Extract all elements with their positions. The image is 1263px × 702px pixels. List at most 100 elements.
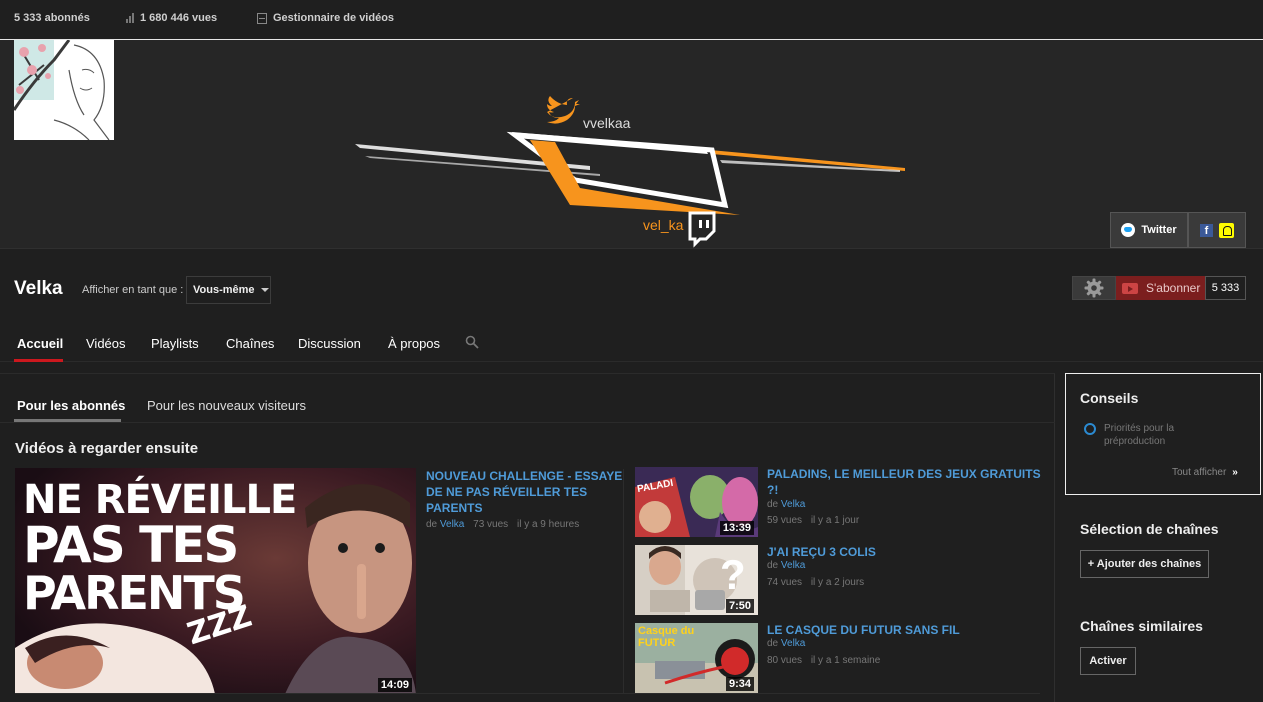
video-channel-line: de Velka	[767, 638, 805, 649]
upload-age: il y a 9 heures	[516, 519, 580, 530]
twitter-link[interactable]: Twitter	[1110, 212, 1188, 248]
view-count: 74 vues	[767, 577, 803, 588]
tab-discussion[interactable]: Discussion	[298, 336, 361, 351]
view-count: 59 vues	[767, 515, 803, 526]
video-thumbnail[interactable]: ? 7:50	[635, 545, 758, 615]
channel-settings-button[interactable]	[1072, 276, 1116, 300]
tip-item[interactable]: Priorités pour la préproduction	[1104, 422, 1234, 448]
video-title[interactable]: PALADINS, LE MEILLEUR DES JEUX GRATUITS …	[767, 466, 1047, 498]
video-title[interactable]: LE CASQUE DU FUTUR SANS FIL	[767, 622, 1047, 638]
video-duration: 13:39	[719, 521, 754, 535]
video-channel-line: de Velka	[767, 560, 805, 571]
chevron-down-icon	[260, 288, 269, 292]
channel-tabs: Accueil Vidéos Playlists Chaînes Discuss…	[0, 326, 1263, 362]
upload-age: il y a 1 jour	[810, 515, 860, 526]
featured-video-title[interactable]: NOUVEAU CHALLENGE - ESSAYE DE NE PAS RÉV…	[426, 468, 624, 516]
subscriber-count-label: 5 333 abonnés	[14, 12, 90, 24]
double-chevron-right-icon: »	[1232, 467, 1238, 478]
video-duration: 7:50	[725, 599, 754, 613]
video-thumbnail[interactable]: PALADI 13:39	[635, 467, 758, 537]
featured-duration: 14:09	[377, 678, 412, 692]
tab-about[interactable]: À propos	[388, 336, 440, 351]
video-manager-label[interactable]: Gestionnaire de vidéos	[273, 12, 394, 24]
main-content: Pour les abonnés Pour les nouveaux visit…	[0, 373, 1055, 702]
avatar-illustration	[14, 40, 114, 140]
similar-channels-title: Chaînes similaires	[1080, 618, 1203, 634]
tab-channels[interactable]: Chaînes	[226, 336, 274, 351]
subtab-divider	[0, 422, 1055, 423]
banner-artwork: vvelkaa vel_ka	[355, 96, 905, 248]
show-all-label[interactable]: Tout afficher	[1172, 467, 1226, 478]
channel-stats-bar: 5 333 abonnés 1 680 446 vues Gestionnair…	[0, 0, 1263, 40]
tips-panel: Conseils Priorités pour la préproduction…	[1065, 373, 1261, 495]
channel-link[interactable]: Velka	[781, 638, 805, 649]
youtube-logo-icon	[1122, 282, 1138, 294]
video-manager-icon	[257, 12, 267, 24]
subscribe-label[interactable]: S'abonner	[1146, 281, 1200, 295]
avatar[interactable]	[14, 40, 114, 140]
featured-video-thumbnail[interactable]: NE RÉVEILLE PAS TES PARENTS ZZZ 14:09	[15, 468, 416, 694]
subtab-subscribers[interactable]: Pour les abonnés	[17, 398, 125, 413]
channel-link[interactable]: Velka	[781, 560, 805, 571]
view-count: 80 vues	[767, 655, 803, 666]
thumb-text: ?	[720, 551, 746, 598]
view-as-value[interactable]: Vous-même	[193, 284, 255, 296]
upload-age: il y a 2 jours	[810, 577, 865, 588]
twitter-link-label[interactable]: Twitter	[1141, 224, 1176, 236]
tab-videos[interactable]: Vidéos	[86, 336, 126, 351]
twitter-icon	[1121, 223, 1136, 237]
view-count: 1 680 446 vues	[126, 12, 217, 24]
featured-video-meta: de Velka 73 vues il y a 9 heures	[426, 519, 579, 530]
channel-link[interactable]: Velka	[440, 519, 464, 530]
section-divider	[15, 693, 1040, 694]
featured-thumbnail-text: NE RÉVEILLE PAS TES PARENTS	[23, 477, 297, 620]
video-manager-link[interactable]: Gestionnaire de vidéos	[257, 12, 394, 24]
channel-link[interactable]: Velka	[781, 499, 805, 510]
video-stats-line: 80 vues il y a 1 semaine	[767, 655, 880, 666]
column-divider	[623, 469, 624, 693]
add-channels-button[interactable]: + Ajouter des chaînes	[1080, 550, 1209, 578]
thumb-text-line-1: NE RÉVEILLE	[23, 477, 297, 523]
view-as-label: Afficher en tant que :	[82, 284, 184, 296]
channel-selection-title: Sélection de chaînes	[1080, 521, 1219, 537]
search-icon[interactable]	[465, 335, 479, 349]
twitch-icon	[688, 211, 716, 248]
view-as-dropdown[interactable]: Vous-même	[186, 276, 271, 304]
tab-home[interactable]: Accueil	[17, 336, 63, 351]
tab-playlists[interactable]: Playlists	[151, 336, 199, 351]
twitter-bird-icon	[547, 96, 580, 124]
video-stats-line: 74 vues il y a 2 jours	[767, 577, 864, 588]
tips-show-all-link[interactable]: Tout afficher »	[1172, 467, 1238, 478]
banner-twitter-handle: vvelkaa	[583, 115, 631, 131]
thumb-text: Casque du FUTUR	[638, 625, 695, 649]
activate-button[interactable]: Activer	[1080, 647, 1136, 675]
active-subtab-indicator	[14, 419, 121, 422]
social-links[interactable]: f	[1188, 212, 1246, 248]
subtab-new-visitors[interactable]: Pour les nouveaux visiteurs	[147, 398, 306, 413]
by-label: de	[767, 499, 779, 510]
tips-title: Conseils	[1080, 390, 1139, 406]
channel-name: Velka	[14, 278, 63, 299]
video-stats-line: 59 vues il y a 1 jour	[767, 515, 859, 526]
banner-twitch-handle: vel_ka	[643, 217, 684, 233]
view-count-label: 1 680 446 vues	[140, 12, 218, 24]
active-tab-indicator	[14, 359, 63, 362]
section-title: Vidéos à regarder ensuite	[15, 440, 199, 457]
facebook-icon[interactable]: f	[1200, 223, 1213, 237]
video-title[interactable]: J'AI REÇU 3 COLIS	[767, 544, 1047, 560]
snapchat-icon[interactable]	[1219, 222, 1234, 238]
subscriber-count-badge: 5 333	[1205, 276, 1246, 300]
video-channel-line: de Velka	[767, 499, 805, 510]
subscriber-count: 5 333 abonnés	[14, 12, 90, 24]
gear-icon	[1084, 278, 1104, 298]
video-duration: 9:34	[725, 677, 754, 691]
view-count: 73 vues	[473, 519, 509, 530]
tip-radio-icon[interactable]	[1084, 423, 1096, 435]
video-thumbnail[interactable]: Casque du FUTUR 9:34	[635, 623, 758, 693]
channel-banner: vvelkaa vel_ka Twitter f	[0, 40, 1263, 249]
bar-chart-icon	[126, 13, 134, 23]
subscribe-button[interactable]: S'abonner	[1116, 276, 1206, 300]
thumb-text-line-3: PARENTS	[23, 566, 246, 620]
thumb-text-line-2: PAS TES	[23, 516, 239, 574]
by-label: de	[767, 560, 779, 571]
